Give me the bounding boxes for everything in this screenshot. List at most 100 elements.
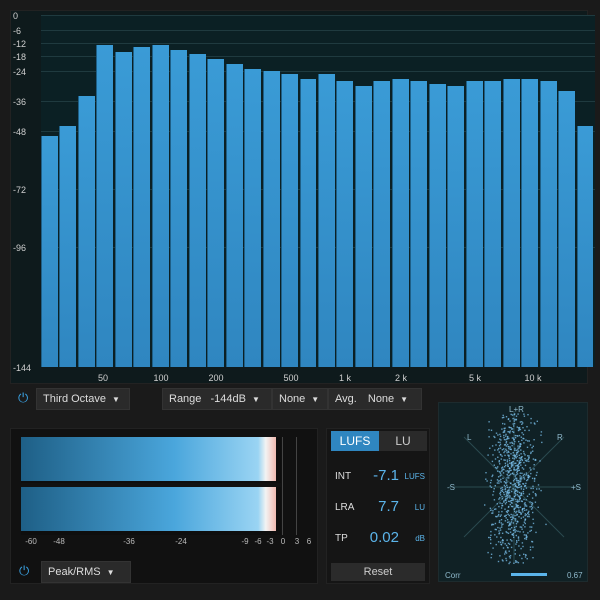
meter-scale-label: -24 <box>175 537 187 546</box>
spectrum-bar <box>77 96 95 367</box>
gonio-sample <box>490 429 493 431</box>
x-tick-label: 1 k <box>338 373 352 383</box>
gonio-sample <box>506 519 509 521</box>
gonio-sample <box>508 477 510 479</box>
gonio-sample <box>498 521 501 524</box>
resolution-dropdown[interactable]: Third Octave ▼ <box>36 388 130 410</box>
gonio-sample <box>497 476 500 478</box>
gonio-sample <box>496 479 499 481</box>
gonio-sample <box>514 507 517 509</box>
gonio-sample <box>514 475 516 477</box>
meter-scale-label: -9 <box>241 537 249 546</box>
gonio-sample <box>524 457 526 460</box>
gonio-sample <box>507 435 509 438</box>
gonio-sample <box>498 530 500 532</box>
spectrum-bar <box>170 49 188 367</box>
gonio-sample <box>498 513 500 516</box>
gonio-sample <box>503 515 506 517</box>
spectrum-bar <box>484 81 502 367</box>
gonio-sample <box>499 433 501 436</box>
gonio-sample <box>519 531 521 533</box>
gonio-sample <box>498 498 500 500</box>
gonio-sample <box>497 515 499 517</box>
gonio-sample <box>505 479 508 481</box>
gonio-sample <box>509 462 511 464</box>
reset-button[interactable]: Reset <box>331 563 425 581</box>
gonio-sample <box>517 445 519 447</box>
spectrum-bar <box>41 135 58 367</box>
gonio-sample <box>506 494 509 496</box>
gonio-sample <box>523 507 525 509</box>
gonio-sample <box>507 475 509 477</box>
gonio-sample <box>503 493 505 496</box>
gonio-sample <box>517 463 520 466</box>
gonio-sample <box>513 536 515 538</box>
gonio-sample <box>517 495 519 497</box>
gonio-sample <box>514 447 516 450</box>
gonio-sample <box>520 476 523 478</box>
gonio-sample <box>506 521 509 524</box>
x-tick-label: 2 k <box>394 373 408 383</box>
gonio-sample <box>492 523 495 526</box>
spectrum-bar <box>539 81 557 367</box>
x-tick-label: 200 <box>208 373 224 383</box>
gonio-sample <box>504 464 507 467</box>
gonio-sample <box>535 474 538 476</box>
gonio-sample <box>496 482 499 484</box>
gonio-sample <box>503 491 505 494</box>
gonio-right-label: +S <box>571 483 582 492</box>
tab-lufs[interactable]: LUFS <box>331 431 379 451</box>
spectrum-bar <box>262 71 280 367</box>
meter-mode-dropdown[interactable]: Peak/RMS ▼ <box>41 561 131 583</box>
spectrum-power-icon[interactable]: ⏻ <box>18 388 28 408</box>
gonio-sample <box>534 493 537 495</box>
gonio-sample <box>519 428 522 431</box>
gonio-sample <box>501 502 503 505</box>
gonio-sample <box>494 436 496 439</box>
none-dropdown[interactable]: None ▼ <box>272 388 328 410</box>
gonio-sample <box>526 558 528 560</box>
gonio-sample <box>516 468 518 470</box>
gonio-sample <box>493 464 495 466</box>
gonio-sample <box>527 455 529 457</box>
gonio-sample <box>517 450 520 452</box>
y-tick-label: -18 <box>13 52 27 62</box>
gonio-sample <box>500 536 502 539</box>
gonio-sample <box>540 434 542 436</box>
gonio-sample <box>491 460 494 463</box>
gonio-sample <box>509 469 511 472</box>
chevron-down-icon: ▼ <box>251 395 260 404</box>
loudness-row-lra: LRA 7.7 LU <box>335 498 425 518</box>
gonio-sample <box>504 503 507 505</box>
gonio-sample <box>488 436 490 438</box>
gonio-sample <box>511 441 513 444</box>
gonio-sample <box>505 433 507 436</box>
meter-peak-marker <box>282 437 283 535</box>
gonio-sample <box>505 493 508 495</box>
gonio-sample <box>507 528 510 530</box>
gonio-sample <box>524 429 526 432</box>
gonio-sample <box>522 474 525 477</box>
meter-bar-left <box>21 437 276 481</box>
gonio-sample <box>511 428 513 430</box>
gonio-sample <box>507 418 510 421</box>
range-dropdown[interactable]: Range -144dB ▼ <box>162 388 272 410</box>
gonio-sample <box>498 520 501 522</box>
gonio-sample <box>497 560 500 563</box>
tab-lu[interactable]: LU <box>379 431 427 451</box>
avg-dropdown[interactable]: Avg. None ▼ <box>328 388 422 410</box>
gonio-sample <box>523 476 525 479</box>
gonio-sample <box>502 542 504 544</box>
gonio-sample <box>485 472 487 474</box>
gonio-sample <box>513 468 515 471</box>
meter-power-icon[interactable]: ⏻ <box>19 561 29 581</box>
gonio-sample <box>507 547 509 549</box>
gonio-sample <box>514 440 516 443</box>
gonio-sample <box>527 414 529 416</box>
gonio-sample <box>532 518 534 520</box>
gonio-sample <box>515 530 517 532</box>
gonio-sample <box>495 444 497 446</box>
gonio-sample <box>521 439 523 441</box>
gonio-sample <box>514 553 516 555</box>
gonio-sample <box>512 534 514 536</box>
